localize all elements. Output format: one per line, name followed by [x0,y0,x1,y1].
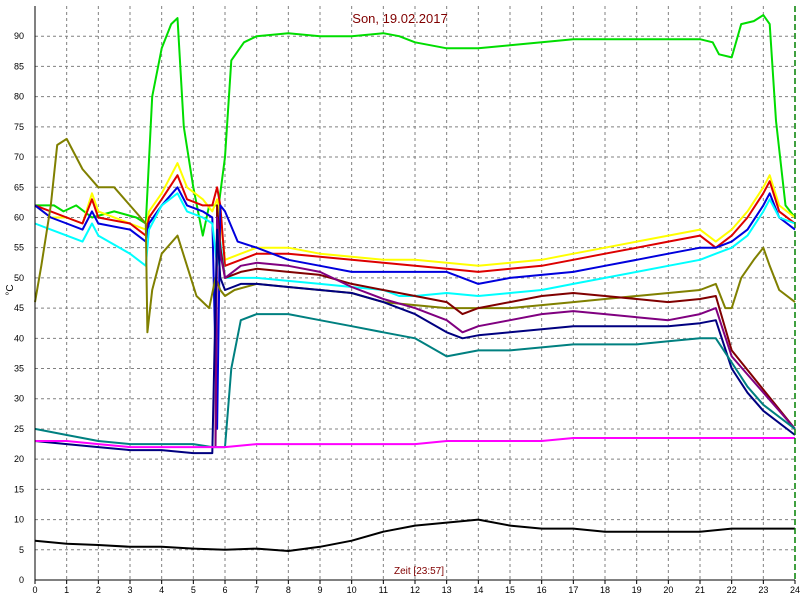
x-tick-label: 8 [286,585,291,595]
y-tick-label: 70 [14,152,24,162]
y-tick-label: 55 [14,243,24,253]
y-tick-label: 65 [14,182,24,192]
x-tick-label: 3 [127,585,132,595]
x-tick-label: 23 [758,585,768,595]
x-tick-label: 0 [32,585,37,595]
y-tick-label: 90 [14,31,24,41]
y-tick-label: 25 [14,424,24,434]
x-tick-label: 7 [254,585,259,595]
x-tick-label: 19 [632,585,642,595]
x-tick-label: 17 [568,585,578,595]
x-tick-label: 14 [473,585,483,595]
y-tick-label: 30 [14,394,24,404]
y-axis-label: °C [5,284,16,295]
x-tick-label: 11 [379,585,388,595]
x-tick-label: 5 [191,585,196,595]
x-tick-label: 1 [64,585,69,595]
chart-svg: 0510152025303540455055606570758085900 1 2 3… [5,6,800,595]
y-tick-label: 15 [14,484,24,494]
series-line-5 [34,192,796,297]
temperature-chart: 0 5 10 15 20 25 30 35 40 45 50 55 60 65 70 75 80 85 90 0 1 2 3… [0,0,800,600]
y-tick-label: 75 [14,122,24,132]
y-tick-label: 35 [14,364,24,374]
x-tick-label: 15 [505,585,515,595]
x-tick-label: 22 [727,585,737,595]
x-tick-label: 16 [537,585,547,595]
y-tick-label: 85 [14,61,24,71]
x-tick-label: 20 [663,585,673,595]
x-tick-label: 6 [222,585,227,595]
y-tick-label: 40 [14,333,24,343]
x-tick-label: 18 [600,585,610,595]
x-axis-label: Zeit [23:57] [394,566,444,577]
y-tick-label: 80 [14,92,24,102]
x-tick-label: 21 [695,585,705,595]
x-tick-label: 2 [96,585,101,595]
x-tick-label: 4 [159,585,164,595]
y-tick-label: 50 [14,273,24,283]
y-tick-label: 60 [14,212,24,222]
chart-title: Son, 19.02.2017 [352,11,447,26]
y-tick-label: 20 [14,454,24,464]
x-tick-label: 9 [317,585,322,595]
x-tick-label: 10 [347,585,357,595]
x-tick-label: 12 [410,585,420,595]
y-tick-label: 0 [19,575,24,585]
y-tick-label: 10 [14,515,24,525]
y-tick-label: 45 [14,303,24,313]
y-tick-label: 5 [19,545,24,555]
x-tick-label: 13 [442,585,452,595]
grid-layer [35,6,795,580]
x-tick-label: 24 [790,585,800,595]
